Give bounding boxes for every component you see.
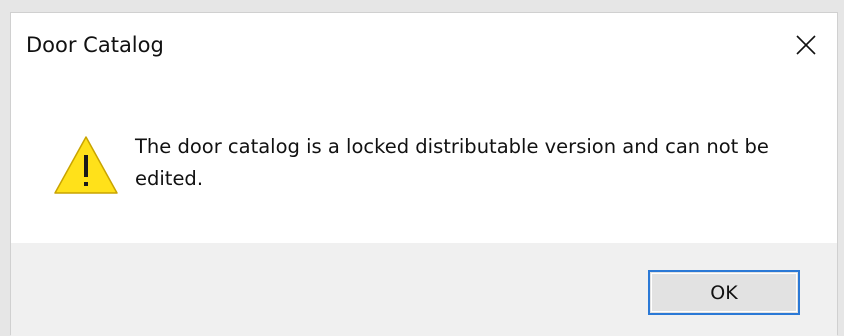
message-dialog: Door Catalog The door catalog is a locke… — [10, 12, 838, 336]
title-bar: Door Catalog — [11, 13, 837, 79]
warning-icon — [53, 135, 119, 195]
window-title: Door Catalog — [26, 33, 164, 57]
close-button[interactable] — [783, 25, 829, 65]
dialog-content: The door catalog is a locked distributab… — [11, 79, 837, 243]
close-icon — [796, 35, 816, 55]
button-bar: OK — [11, 243, 837, 336]
message-text: The door catalog is a locked distributab… — [135, 135, 769, 190]
ok-button[interactable]: OK — [648, 270, 800, 315]
